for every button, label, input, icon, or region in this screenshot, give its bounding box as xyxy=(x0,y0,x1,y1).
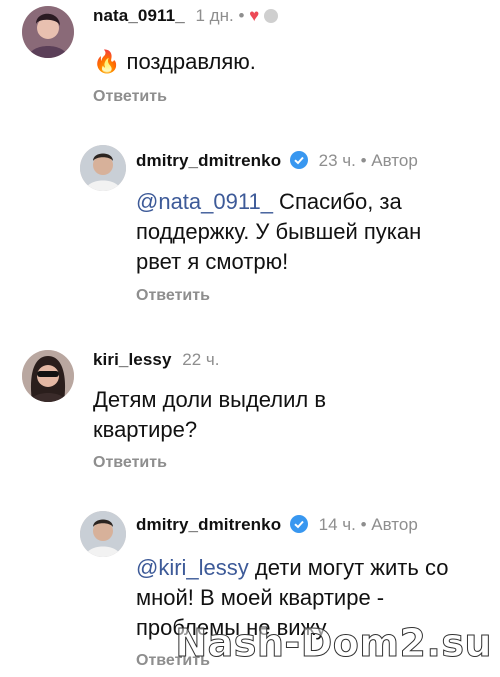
reply-button[interactable]: Ответить xyxy=(93,88,167,106)
username[interactable]: nata_0911_ xyxy=(93,6,185,25)
timestamp: 22 ч. xyxy=(182,350,220,369)
timestamp: 23 ч. xyxy=(318,151,356,170)
timestamp: 14 ч. xyxy=(318,515,356,534)
comment-text: Детям доли выделил в квартире? xyxy=(93,387,327,442)
author-label: Автор xyxy=(371,515,418,534)
comment-header: kiri_lessy 22 ч. xyxy=(93,350,219,370)
username[interactable]: dmitry_dmitrenko xyxy=(136,151,281,170)
watermark: Nash-Dom2.su xyxy=(175,621,492,666)
comment-header: dmitry_dmitrenko 23 ч. • Автор xyxy=(136,151,418,171)
comment-header: dmitry_dmitrenko 14 ч. • Автор xyxy=(136,515,418,535)
heart-icon[interactable]: ♥ xyxy=(249,6,259,25)
mention-link[interactable]: @nata_0911_ xyxy=(136,189,273,214)
mention-link[interactable]: @kiri_lessy xyxy=(136,555,249,580)
username[interactable]: kiri_lessy xyxy=(93,350,172,369)
username[interactable]: dmitry_dmitrenko xyxy=(136,515,281,534)
comment-text: 🔥 поздравляю. xyxy=(93,49,256,74)
author-label: Автор xyxy=(371,151,418,170)
separator-dot: • xyxy=(360,151,367,170)
separator-dot: • xyxy=(360,515,367,534)
separator-dot: • xyxy=(238,6,245,25)
avatar[interactable] xyxy=(22,350,74,402)
avatar[interactable] xyxy=(22,6,74,58)
verified-icon xyxy=(289,151,308,169)
comment-header: nata_0911_ 1 дн. • ♥ xyxy=(93,6,278,26)
timestamp: 1 дн. xyxy=(195,6,234,25)
reply-button[interactable]: Ответить xyxy=(136,287,210,305)
avatar[interactable] xyxy=(80,145,126,191)
reply-button[interactable]: Ответить xyxy=(93,454,167,472)
comment-text: @nata_0911_ Спасибо, за поддержку. У быв… xyxy=(136,189,422,274)
fire-icon: 🔥 xyxy=(93,49,121,74)
avatar[interactable] xyxy=(80,511,126,557)
verified-icon xyxy=(289,515,308,533)
liker-avatar-icon xyxy=(263,9,278,23)
